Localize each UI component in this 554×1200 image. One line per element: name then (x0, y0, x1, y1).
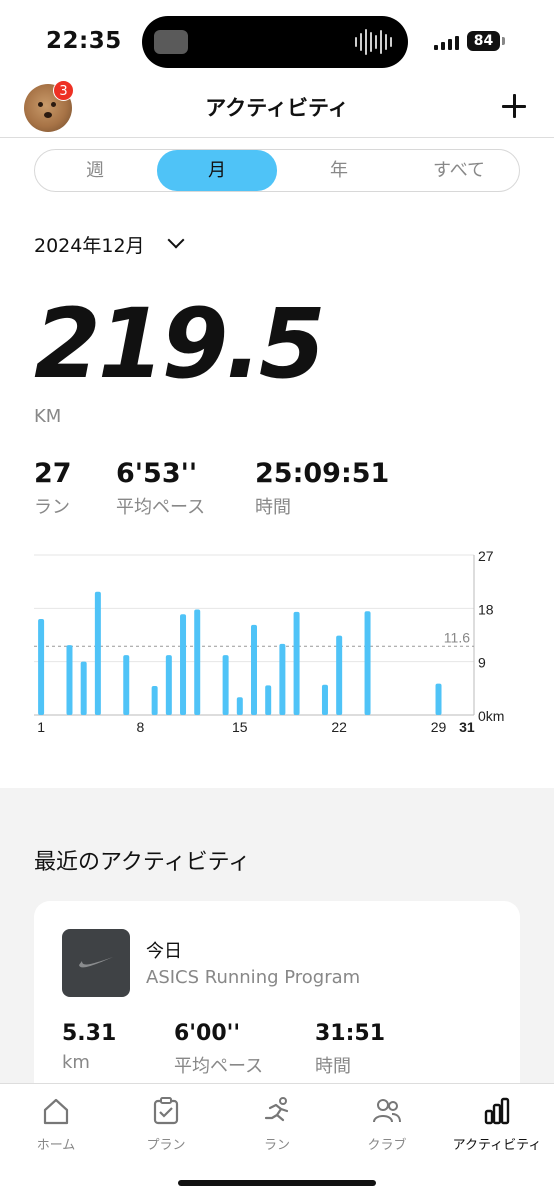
period-segmented-control: 週 月 年 すべて (34, 149, 520, 192)
month-selector[interactable]: 2024年12月 (34, 231, 145, 258)
chart-bar (222, 655, 229, 715)
chart-bar (321, 684, 328, 715)
club-people-icon (373, 1099, 401, 1123)
recent-title: 最近のアクティビティ (34, 850, 251, 875)
chart-bar (364, 611, 371, 715)
chart-bar (94, 591, 101, 715)
chart-bar (293, 611, 300, 715)
total-distance: 219.5 (34, 288, 326, 400)
tab-run[interactable]: ラン (222, 1096, 332, 1153)
activity-pace-value: 6'00'' (174, 1021, 241, 1046)
activity-pace-label: 平均ペース (174, 1056, 264, 1077)
x-tick-label: 22 (331, 719, 347, 735)
chart-bar (336, 635, 343, 715)
chart-bar (151, 685, 158, 715)
chart-bar (236, 697, 243, 715)
monthly-distance-chart[interactable]: 271890km11.61 8 15 22 29 31 (0, 540, 554, 740)
chart-bar (194, 609, 201, 715)
app-header: 3 アクティビティ (0, 80, 554, 138)
chart-bar (66, 645, 73, 715)
activity-pace: 6'00'' 平均ペース (174, 1021, 263, 1078)
y-tick-label: 0km (478, 708, 504, 724)
activity-date: 今日 (146, 941, 182, 962)
chart-bar (435, 683, 442, 715)
runs-stat: 27 ラン (34, 458, 72, 519)
segment-all[interactable]: すべて (399, 150, 519, 191)
tab-club-label: クラブ (367, 1138, 407, 1153)
dynamic-island (142, 16, 408, 68)
chart-bar (279, 643, 286, 715)
activity-time-value: 31:51 (315, 1021, 386, 1046)
activity-card[interactable]: 今日 ASICS Running Program 5.31 km 6'00'' … (34, 901, 520, 1101)
runner-icon (264, 1097, 289, 1122)
activity-time: 31:51 時間 (315, 1021, 385, 1078)
home-icon (43, 1098, 69, 1125)
x-tick-label: 31 (459, 719, 475, 735)
tab-club[interactable]: クラブ (332, 1096, 442, 1153)
x-tick-label: 1 (37, 719, 45, 735)
cellular-signal-icon (434, 34, 459, 50)
pace-stat: 6'53'' 平均ペース (116, 458, 205, 519)
runs-value: 27 (34, 458, 72, 489)
y-tick-label: 9 (478, 655, 486, 671)
page-title: アクティビティ (205, 96, 349, 120)
activity-time-label: 時間 (315, 1056, 351, 1077)
segment-year[interactable]: 年 (279, 150, 399, 191)
status-time: 22:35 (46, 28, 122, 54)
plan-clipboard-icon (153, 1097, 179, 1125)
y-tick-label: 27 (478, 548, 494, 564)
segment-month[interactable]: 月 (157, 150, 277, 191)
activity-distance: 5.31 km (62, 1021, 116, 1073)
tab-plan[interactable]: プラン (111, 1096, 221, 1153)
time-stat: 25:09:51 時間 (255, 458, 389, 519)
chart-bar (251, 624, 257, 715)
pace-label: 平均ペース (116, 497, 206, 518)
activity-program: ASICS Running Program (146, 967, 361, 988)
tab-home[interactable]: ホーム (1, 1096, 111, 1153)
tab-plan-label: プラン (146, 1138, 186, 1153)
chart-bar (38, 619, 45, 715)
tab-run-label: ラン (263, 1138, 290, 1153)
status-bar: 22:35 84 (0, 0, 554, 84)
activity-bars-icon (484, 1097, 510, 1125)
average-label: 11.6 (444, 629, 470, 645)
swoosh-logo-icon (79, 957, 113, 968)
chart-bar (165, 655, 172, 715)
chart-bar (180, 614, 187, 715)
tab-home-label: ホーム (36, 1138, 76, 1153)
tab-activity-label: アクティビティ (452, 1138, 542, 1153)
y-tick-label: 18 (478, 601, 494, 617)
distance-unit: KM (34, 406, 62, 427)
activity-distance-value: 5.31 (62, 1021, 117, 1046)
x-tick-label: 15 (232, 719, 248, 735)
tab-activity[interactable]: アクティビティ (442, 1096, 552, 1153)
segment-week[interactable]: 週 (35, 150, 155, 191)
chart-bar (265, 685, 272, 715)
chevron-down-icon[interactable] (167, 231, 185, 249)
chart-bar (80, 661, 87, 715)
activity-thumbnail (62, 929, 130, 997)
pace-value: 6'53'' (116, 458, 198, 489)
x-tick-label: 8 (137, 719, 145, 735)
battery-icon: 84 (467, 31, 500, 51)
chart-bar (123, 655, 130, 715)
x-tick-label: 29 (431, 719, 447, 735)
runs-label: ラン (34, 497, 70, 518)
add-icon[interactable] (500, 92, 528, 120)
activity-distance-label: km (62, 1052, 90, 1073)
battery-tip (502, 37, 505, 45)
time-value: 25:09:51 (255, 458, 390, 489)
audio-waveform-icon (355, 28, 392, 56)
now-playing-artwork-icon (154, 30, 188, 54)
time-label: 時間 (255, 497, 291, 518)
home-indicator (178, 1180, 376, 1186)
